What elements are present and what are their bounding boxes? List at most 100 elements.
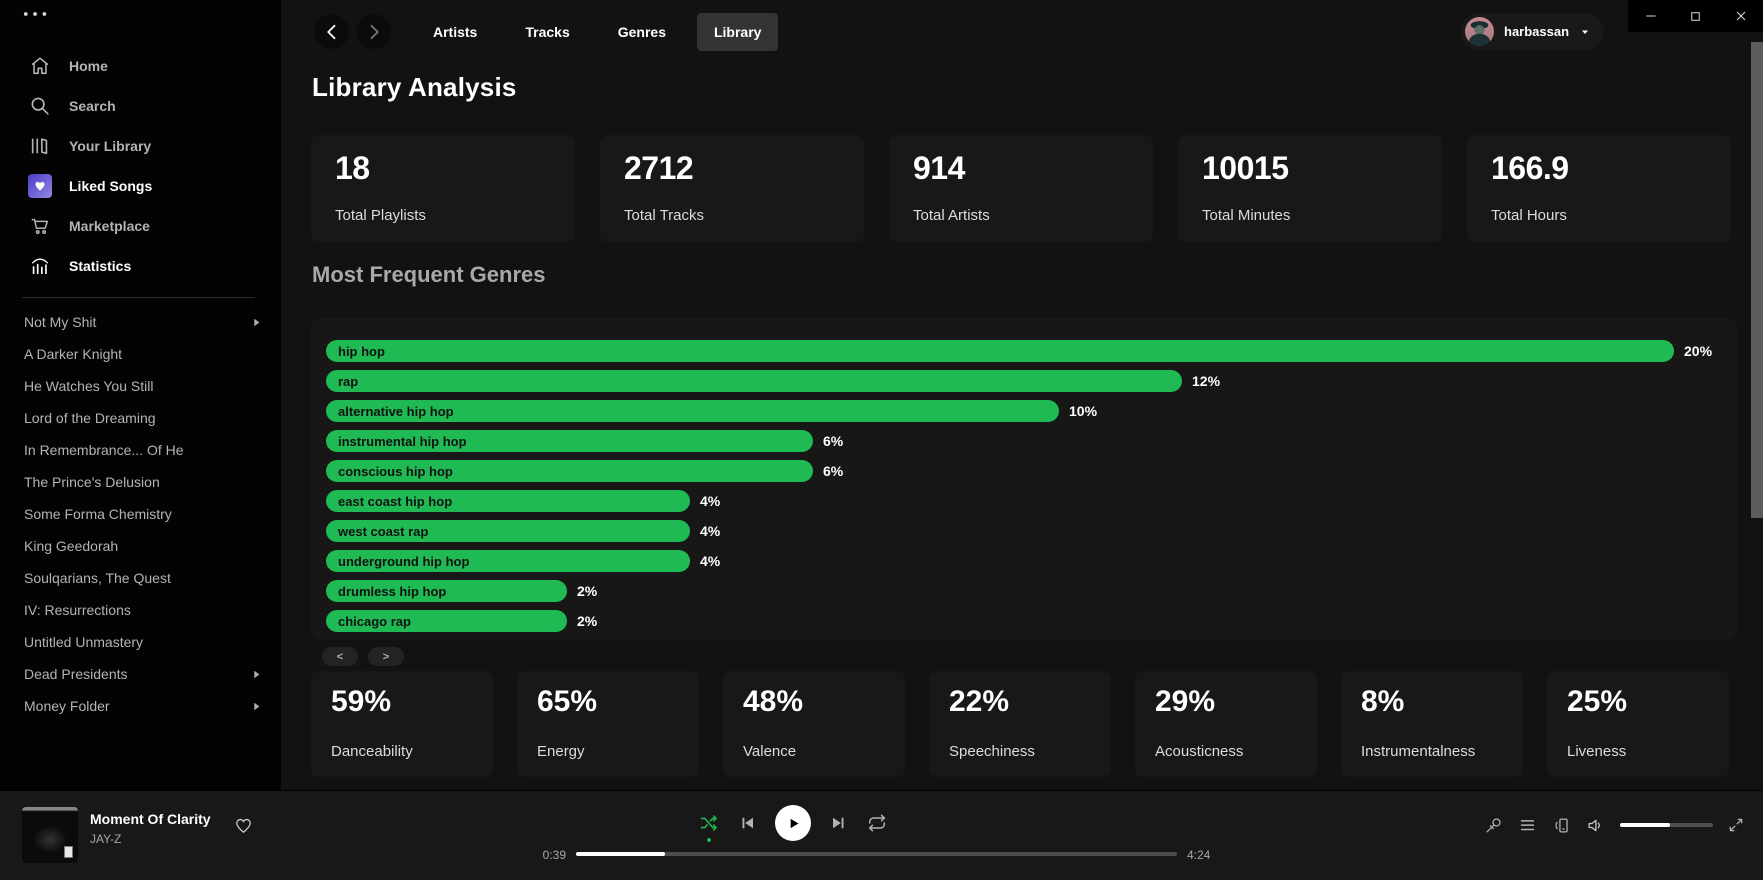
playlist-item-iv-resurrections[interactable]: IV: Resurrections (0, 594, 281, 626)
like-button[interactable] (234, 816, 253, 835)
genre-bar[interactable]: east coast hip hop (326, 490, 690, 512)
tab-library[interactable]: Library (697, 13, 778, 51)
genre-bar[interactable]: chicago rap (326, 610, 567, 632)
playlist-item-king-geedorah[interactable]: King Geedorah (0, 530, 281, 562)
sidebar-divider (22, 297, 255, 298)
maximize-button[interactable] (1673, 0, 1718, 32)
genre-bar-label: west coast rap (338, 524, 428, 539)
genre-bar-label: underground hip hop (338, 554, 469, 569)
next-button[interactable] (830, 814, 848, 832)
play-button[interactable] (775, 805, 811, 841)
shuffle-button[interactable] (699, 813, 719, 833)
playlist-item-some-forma-chemistry[interactable]: Some Forma Chemistry (0, 498, 281, 530)
progress-bar[interactable] (576, 852, 1177, 856)
genre-bar[interactable]: instrumental hip hop (326, 430, 813, 452)
feature-label: Liveness (1567, 743, 1709, 760)
chart-prev-button[interactable]: < (322, 647, 358, 666)
menu-ellipsis-icon[interactable] (22, 8, 50, 20)
sidebar-item-label: Statistics (69, 258, 131, 274)
back-button[interactable] (314, 14, 349, 49)
devices-button[interactable] (1552, 816, 1571, 835)
window-controls (1628, 0, 1763, 32)
forward-button[interactable] (356, 14, 391, 49)
playlist-item-money-folder[interactable]: Money Folder (0, 690, 281, 722)
genre-bar[interactable]: conscious hip hop (326, 460, 813, 482)
sidebar-item-search[interactable]: Search (0, 86, 281, 126)
player-bar: Moment Of Clarity JAY-Z (0, 790, 1763, 880)
playlist-item-soulqarians-the-quest[interactable]: Soulqarians, The Quest (0, 562, 281, 594)
track-artist[interactable]: JAY-Z (90, 832, 121, 846)
genre-bar-label: drumless hip hop (338, 584, 446, 599)
sidebar-item-liked-songs[interactable]: Liked Songs (0, 166, 281, 206)
previous-button[interactable] (738, 814, 756, 832)
user-name: harbassan (1504, 24, 1569, 39)
playlist-label: Soulqarians, The Quest (24, 570, 171, 586)
genre-bar[interactable]: hip hop (326, 340, 1674, 362)
playlist-label: Dead Presidents (24, 666, 128, 682)
volume-fill (1620, 823, 1670, 827)
genre-bar-label: alternative hip hop (338, 404, 454, 419)
avatar (1465, 17, 1494, 46)
playlist-item-lord-of-the-dreaming[interactable]: Lord of the Dreaming (0, 402, 281, 434)
genre-bar-row: alternative hip hop 10% (326, 396, 1737, 426)
track-title[interactable]: Moment Of Clarity (90, 811, 211, 827)
stat-value: 166.9 (1491, 152, 1707, 184)
genre-bar[interactable]: drumless hip hop (326, 580, 567, 602)
sidebar-item-marketplace[interactable]: Marketplace (0, 206, 281, 246)
sidebar-item-label: Search (69, 98, 116, 114)
playlist-item-the-prince-s-delusion[interactable]: The Prince's Delusion (0, 466, 281, 498)
playlist-label: The Prince's Delusion (24, 474, 160, 490)
feature-label: Valence (743, 743, 885, 760)
genre-bar[interactable]: rap (326, 370, 1182, 392)
feature-card-speechiness: 22%Speechiness (929, 671, 1111, 777)
playlist-label: Not My Shit (24, 314, 96, 330)
stat-card-total-playlists: 18Total Playlists (311, 135, 575, 242)
stat-label: Total Artists (913, 207, 1129, 224)
sidebar-item-statistics[interactable]: Statistics (0, 246, 281, 286)
genre-bar-value: 4% (700, 493, 720, 509)
genre-bar[interactable]: alternative hip hop (326, 400, 1059, 422)
genre-bar-row: drumless hip hop 2% (326, 576, 1737, 606)
genre-bar-row: hip hop20% (326, 336, 1737, 366)
stats-row: 18Total Playlists2712Total Tracks914Tota… (311, 135, 1731, 242)
playlist-label: Money Folder (24, 698, 110, 714)
genre-bar-row: chicago rap2% (326, 606, 1737, 636)
lyrics-button[interactable] (1484, 816, 1503, 835)
feature-card-energy: 65%Energy (517, 671, 699, 777)
genre-bar[interactable]: underground hip hop (326, 550, 690, 572)
playlist-item-untitled-unmastery[interactable]: Untitled Unmastery (0, 626, 281, 658)
playlist-item-dead-presidents[interactable]: Dead Presidents (0, 658, 281, 690)
volume-button[interactable] (1586, 816, 1605, 835)
close-button[interactable] (1718, 0, 1763, 32)
playlist-item-not-my-shit[interactable]: Not My Shit (0, 306, 281, 338)
playlist-item-a-darker-knight[interactable]: A Darker Knight (0, 338, 281, 370)
playlist-item-he-watches-you-still[interactable]: He Watches You Still (0, 370, 281, 402)
feature-card-liveness: 25%Liveness (1547, 671, 1729, 777)
genre-bar[interactable]: west coast rap (326, 520, 690, 542)
tab-genres[interactable]: Genres (601, 13, 683, 51)
playlist-item-in-remembrance-of-he[interactable]: In Remembrance... Of He (0, 434, 281, 466)
minimize-button[interactable] (1628, 0, 1673, 32)
fullscreen-button[interactable] (1728, 817, 1744, 833)
repeat-button[interactable] (867, 813, 887, 833)
feature-value: 8% (1361, 687, 1503, 717)
album-art[interactable] (22, 807, 78, 863)
playlist-label: He Watches You Still (24, 378, 153, 394)
sidebar-item-home[interactable]: Home (0, 46, 281, 86)
chart-next-button[interactable]: > (368, 647, 404, 666)
genre-bar-label: rap (338, 374, 358, 389)
queue-button[interactable] (1518, 816, 1537, 835)
volume-slider[interactable] (1620, 823, 1713, 827)
tab-tracks[interactable]: Tracks (508, 13, 586, 51)
scrollbar[interactable] (1751, 42, 1763, 518)
elapsed-time: 0:39 (500, 848, 566, 862)
tab-artists[interactable]: Artists (416, 13, 494, 51)
genre-bar-value: 2% (577, 583, 597, 599)
genre-bar-row: underground hip hop4% (326, 546, 1737, 576)
sidebar-item-label: Marketplace (69, 218, 150, 234)
player-right-controls (1484, 791, 1744, 859)
sidebar-item-your-library[interactable]: Your Library (0, 126, 281, 166)
genre-bar-value: 10% (1069, 403, 1097, 419)
user-menu[interactable]: harbassan (1461, 13, 1604, 50)
feature-card-valence: 48%Valence (723, 671, 905, 777)
